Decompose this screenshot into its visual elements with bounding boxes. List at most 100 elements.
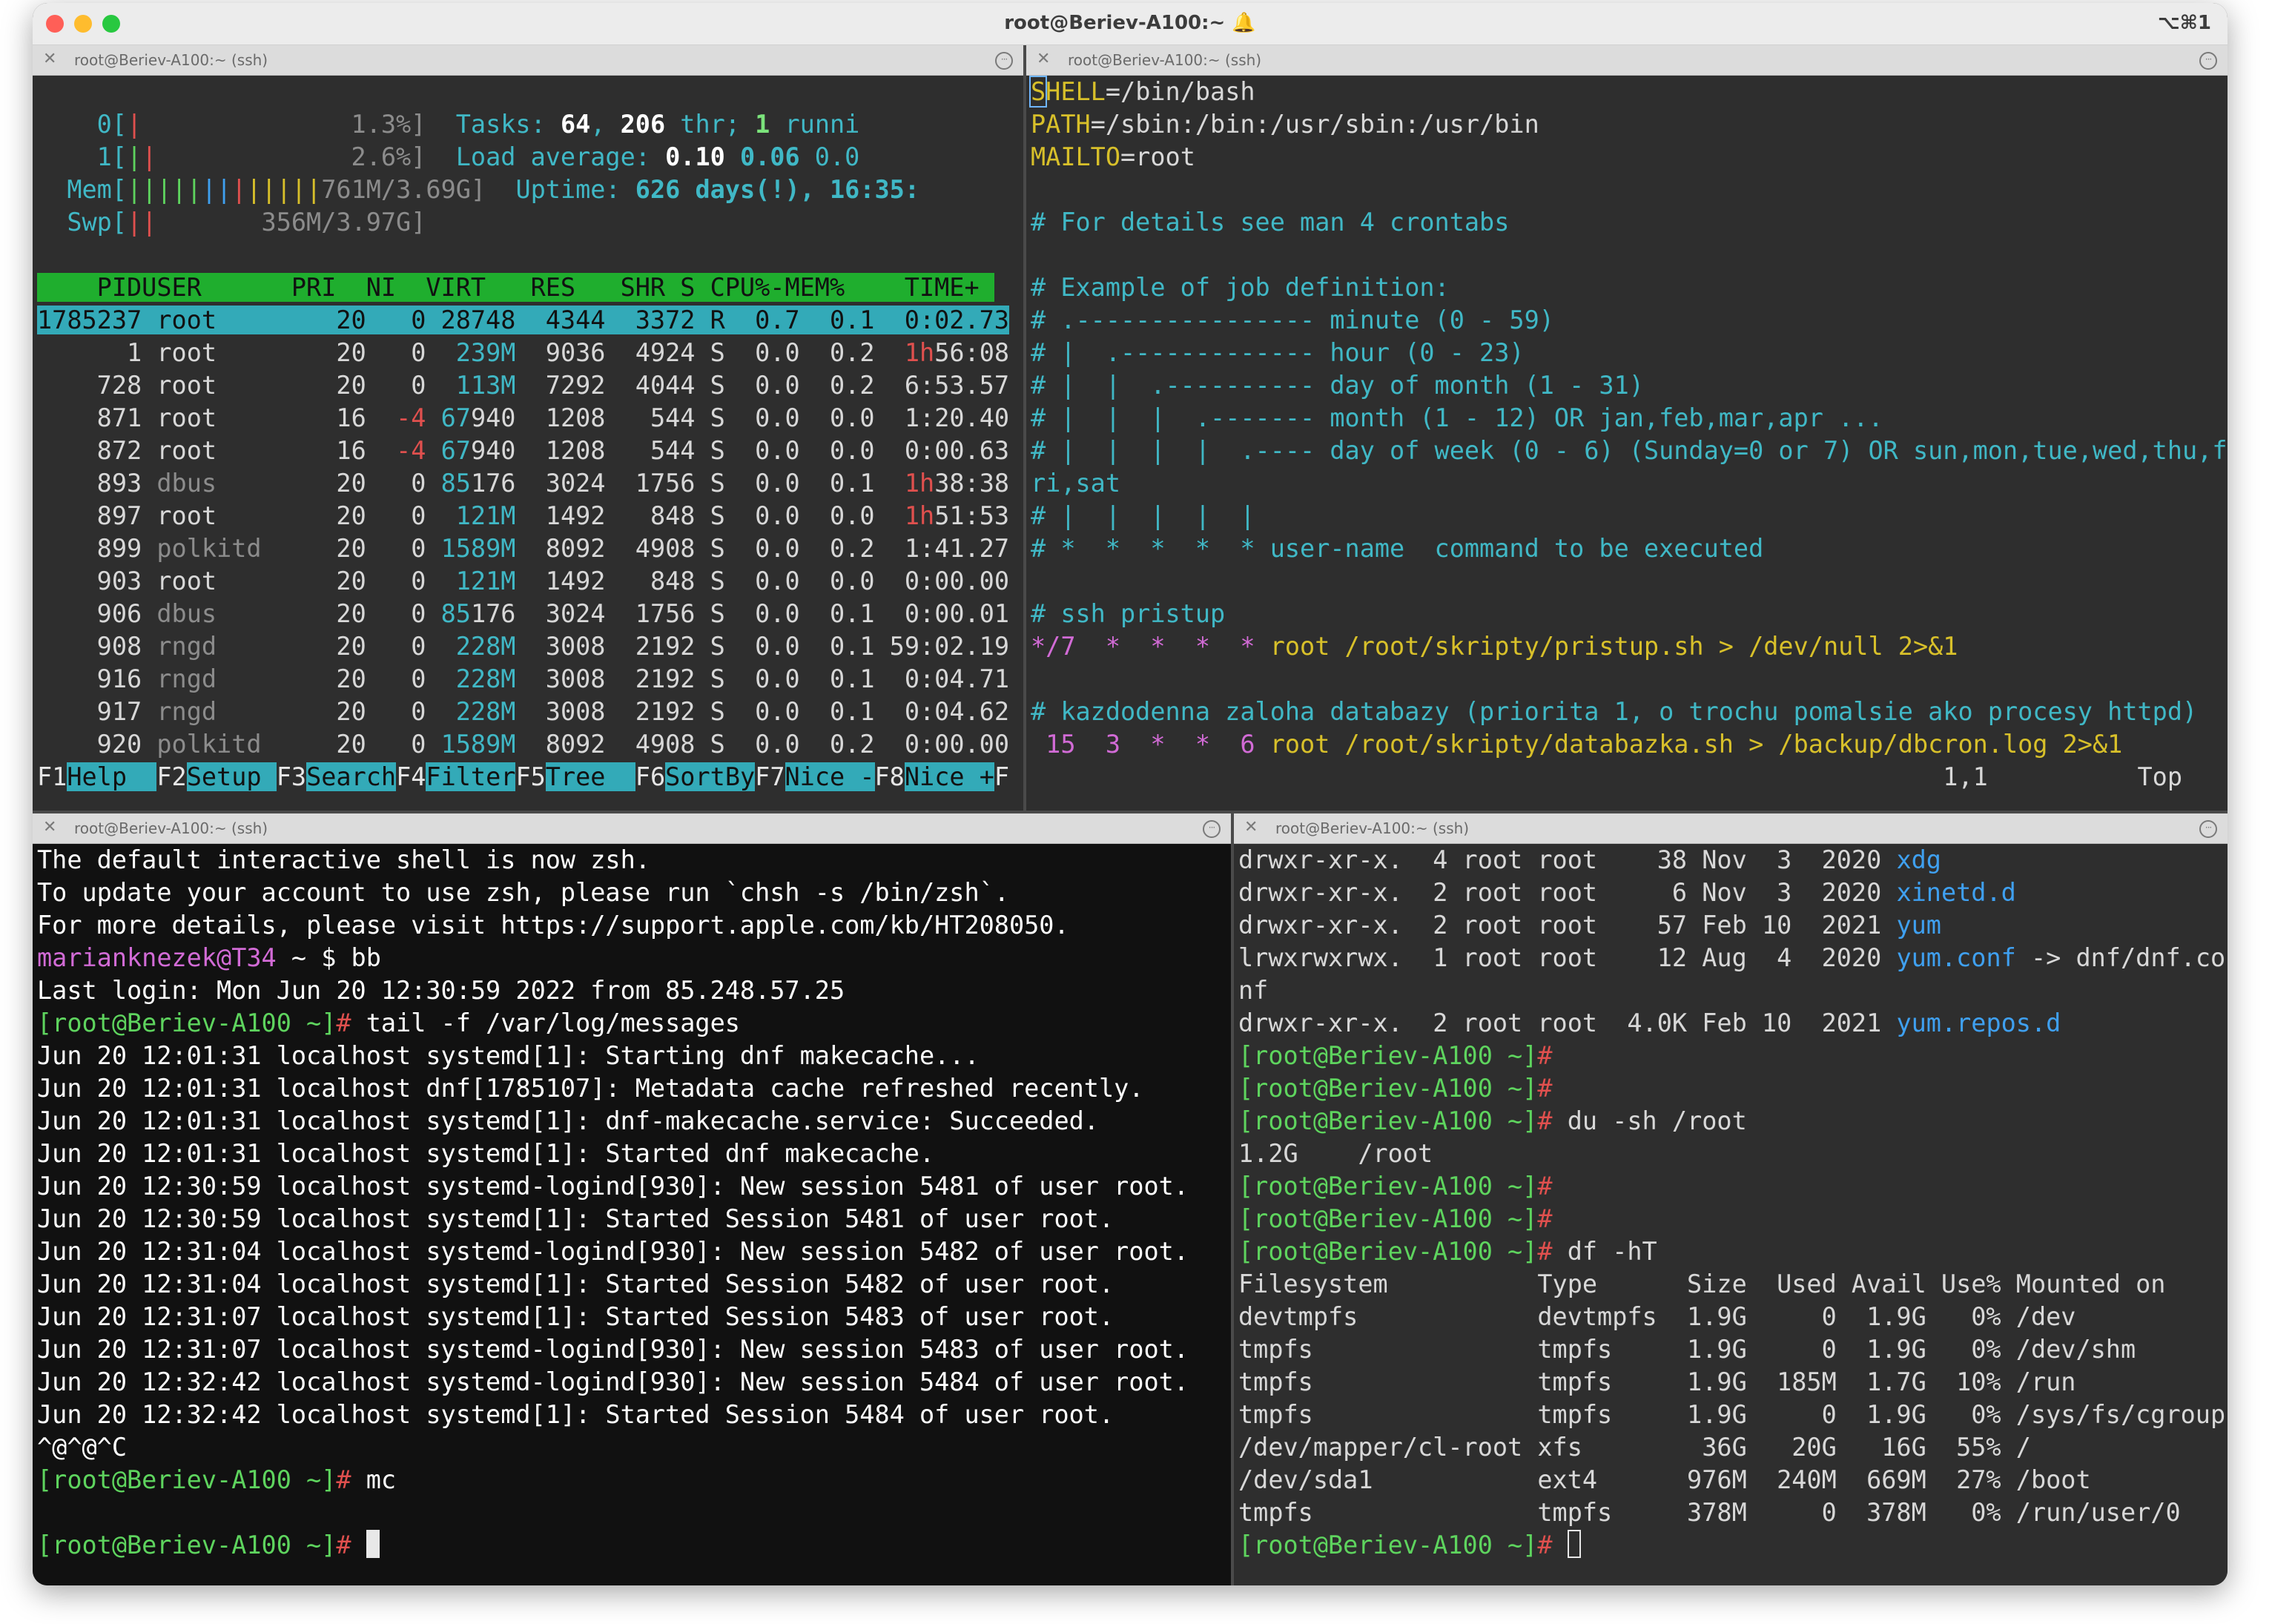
time: 0:04.62: [889, 697, 1010, 726]
htop-output[interactable]: 0[| 1.3%] Tasks: 64, 206 thr; 1 runni 1[…: [33, 76, 1023, 811]
fkey-f5[interactable]: F5: [515, 762, 545, 791]
ls-filename[interactable]: yum: [1896, 911, 1941, 940]
ls-filename[interactable]: xdg: [1896, 845, 1941, 874]
selected-process-row[interactable]: 1785237 root 20 0 28748 4344 3372 R 0.7 …: [37, 306, 1009, 334]
htop-meter: Mem[|||||||||||||761M/3.69G] Uptime: 626…: [37, 174, 1023, 206]
process-row[interactable]: 906 dbus 20 0 85176 3024 1756 S 0.0 0.1 …: [37, 598, 1023, 630]
pane-menu-icon[interactable]: ···: [995, 52, 1013, 70]
fkey-f3[interactable]: F3: [277, 762, 306, 791]
process-row[interactable]: 871 root 16 -4 67940 1208 544 S 0.0 0.0 …: [37, 402, 1023, 435]
pane-menu-icon[interactable]: ···: [2199, 820, 2217, 838]
htop-column-cpu[interactable]: CPU%: [710, 273, 770, 302]
process-row[interactable]: 908 rngd 20 0 228M 3008 2192 S 0.0 0.1 5…: [37, 630, 1023, 663]
ls-filename[interactable]: xinetd.d: [1896, 878, 2015, 907]
meter-bar: |: [217, 175, 232, 204]
pane-menu-icon[interactable]: ···: [2199, 52, 2217, 70]
virt: 940: [470, 436, 516, 465]
priority: 20: [291, 501, 366, 530]
shell-output-right[interactable]: drwxr-xr-x. 4 root root 38 Nov 3 2020 xd…: [1234, 844, 2228, 1585]
htop-info-value: 626 days(!), 16:35:: [635, 175, 920, 204]
last-login-line: Last login: Mon Jun 20 12:30:59 2022 fro…: [37, 974, 1231, 1007]
process-row[interactable]: 897 root 20 0 121M 1492 848 S 0.0 0.0 1h…: [37, 500, 1023, 532]
process-row[interactable]: 920 polkitd 20 0 1589M 8092 4908 S 0.0 0…: [37, 728, 1023, 761]
fkey-label[interactable]: Filter: [426, 762, 516, 791]
process-row[interactable]: 899 polkitd 20 0 1589M 8092 4908 S 0.0 0…: [37, 532, 1023, 565]
pane-shell-left[interactable]: ✕ root@Beriev-A100:~ (ssh) ··· The defau…: [33, 813, 1231, 1585]
shr: 848: [605, 501, 710, 530]
cron-schedule: */7 * * * *: [1031, 632, 1255, 661]
fkey-f7[interactable]: F7: [755, 762, 785, 791]
fkey-label[interactable]: Help: [67, 762, 157, 791]
process-row[interactable]: 1785237 root 20 0 28748 4344 3372 R 0.7 …: [37, 304, 1023, 337]
text-cursor[interactable]: S: [1028, 76, 1048, 108]
vi-status-line: 1,1 Top: [1031, 761, 2228, 793]
htop-info-value: 64: [560, 110, 591, 139]
log-entry: Jun 20 12:31:04 localhost systemd-logind…: [37, 1237, 1189, 1266]
text-cursor[interactable]: [366, 1530, 380, 1558]
crontab-comment: # * * * * * user-name command to be exec…: [1031, 534, 1764, 563]
root-prompt: [root@Beriev-A100 ~]: [1238, 1106, 1538, 1135]
fkey-f8[interactable]: F8: [875, 762, 905, 791]
ls-entry: drwxr-xr-x. 2 root root 4.0K Feb 10 2021…: [1238, 1007, 2228, 1040]
time: 1h: [889, 501, 935, 530]
fkey-label[interactable]: Setup: [186, 762, 277, 791]
fkey-f[interactable]: F: [994, 762, 1009, 791]
process-row[interactable]: 916 rngd 20 0 228M 3008 2192 S 0.0 0.1 0…: [37, 663, 1023, 696]
pane-divider-horizontal[interactable]: [33, 811, 2228, 813]
htop-column-headers[interactable]: -MEM% TIME+: [770, 273, 994, 302]
close-pane-icon[interactable]: ✕: [1244, 818, 1258, 836]
shell-command: du -sh /root: [1567, 1106, 1747, 1135]
ls-filename[interactable]: yum.repos.d: [1896, 1009, 2061, 1037]
pane-tab-title[interactable]: root@Beriev-A100:~ (ssh): [1068, 51, 1261, 69]
log-line: Jun 20 12:01:31 localhost systemd[1]: St…: [37, 1138, 1231, 1170]
htop-meter: Swp[|| 356M/3.97G]: [37, 206, 1023, 239]
fkey-label[interactable]: Search: [306, 762, 397, 791]
process-row[interactable]: 728 root 20 0 113M 7292 4044 S 0.0 0.2 6…: [37, 369, 1023, 402]
pane-tab-title[interactable]: root@Beriev-A100:~ (ssh): [74, 51, 268, 69]
fkey-label[interactable]: SortBy: [665, 762, 756, 791]
process-row[interactable]: 1 root 20 0 239M 9036 4924 S 0.0 0.2 1h5…: [37, 337, 1023, 369]
pane-htop[interactable]: ✕ root@Beriev-A100:~ (ssh) ··· 0[| 1.3%]…: [33, 45, 1023, 811]
df-row: tmpfs tmpfs 1.9G 0 1.9G 0% /sys/fs/cgrou…: [1238, 1399, 2228, 1431]
shell-output-left[interactable]: The default interactive shell is now zsh…: [33, 844, 1231, 1585]
close-pane-icon[interactable]: ✕: [43, 50, 56, 68]
pid: 897: [37, 501, 157, 530]
fkey-f6[interactable]: F6: [635, 762, 665, 791]
meter-value: 1.3%]: [142, 110, 426, 139]
prompt-hash: #: [1537, 1041, 1568, 1070]
close-pane-icon[interactable]: ✕: [1037, 50, 1050, 68]
close-pane-icon[interactable]: ✕: [43, 818, 56, 836]
user: root: [156, 567, 291, 595]
crontab-comment: # | | | .------- month (1 - 12) OR jan,f…: [1031, 403, 1883, 432]
process-row[interactable]: 903 root 20 0 121M 1492 848 S 0.0 0.0 0:…: [37, 565, 1023, 598]
fkey-f4[interactable]: F4: [396, 762, 426, 791]
pane-shell-right[interactable]: ✕ root@Beriev-A100:~ (ssh) ··· drwxr-xr-…: [1234, 813, 2228, 1585]
meter-bar: |: [291, 175, 307, 204]
fkey-f2[interactable]: F2: [156, 762, 186, 791]
shell-message-text: For more details, please visit https://s…: [37, 911, 1069, 940]
fkey-f1[interactable]: F1: [37, 762, 67, 791]
process-row[interactable]: 872 root 16 -4 67940 1208 544 S 0.0 0.0 …: [37, 435, 1023, 467]
pane-tab-title[interactable]: root@Beriev-A100:~ (ssh): [74, 819, 268, 837]
log-entry: Jun 20 12:01:31 localhost dnf[1785107]: …: [37, 1074, 1144, 1103]
ls-filename[interactable]: yum.conf: [1896, 943, 2015, 972]
crontab-comment: # kazdodenna zaloha databazy (priorita 1…: [1031, 697, 2198, 726]
fkey-label[interactable]: Tree: [545, 762, 635, 791]
crontab-editor[interactable]: SHELL=/bin/bash PATH=/sbin:/bin:/usr/sbin…: [1026, 76, 2228, 811]
pane-menu-icon[interactable]: ···: [1203, 820, 1221, 838]
pane-crontab[interactable]: ✕ root@Beriev-A100:~ (ssh) ··· SHELL=/bi…: [1026, 45, 2228, 811]
fkey-label[interactable]: Nice +: [904, 762, 994, 791]
crontab-comment: # | | | | .---- day of week (0 - 6) (Sun…: [1031, 436, 2228, 465]
fkey-label[interactable]: Nice -: [785, 762, 875, 791]
meter-bar: |: [201, 175, 217, 204]
text-cursor[interactable]: [1567, 1530, 1581, 1558]
ls-details: lrwxrwxrwx. 1 root root 12 Aug 4 2020: [1238, 943, 1897, 972]
htop-info-value: thr;: [665, 110, 756, 139]
htop-column-headers[interactable]: PIDUSER PRI NI VIRT RES SHR S: [37, 273, 710, 302]
pane-tab-title[interactable]: root@Beriev-A100:~ (ssh): [1275, 819, 1469, 837]
crontab-line: [1031, 565, 2228, 598]
process-row[interactable]: 893 dbus 20 0 85176 3024 1756 S 0.0 0.1 …: [37, 467, 1023, 500]
shell-message: The default interactive shell is now zsh…: [37, 844, 1231, 877]
process-row[interactable]: 917 rngd 20 0 228M 3008 2192 S 0.0 0.1 0…: [37, 696, 1023, 728]
